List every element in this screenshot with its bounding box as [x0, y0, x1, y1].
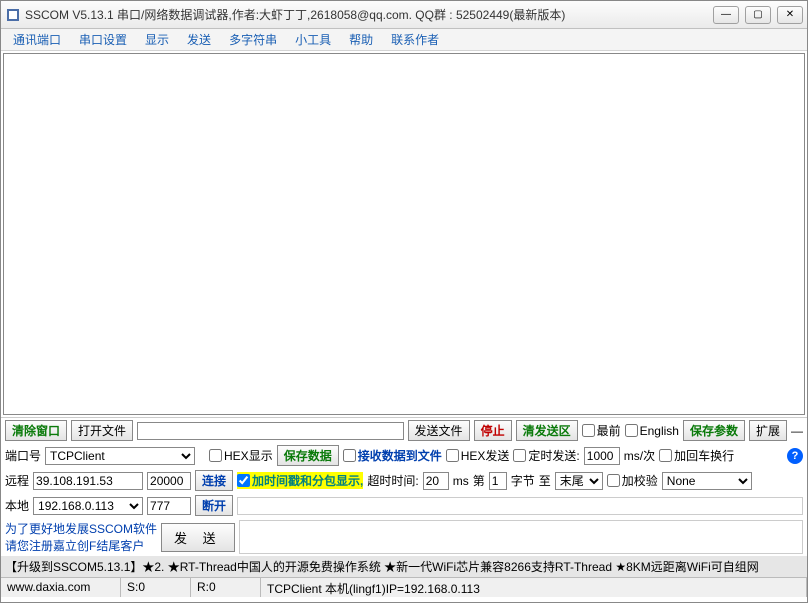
toolbar-row-3: 远程 连接 加时间戳和分包显示, 超时时间: ms 第 字节 至 末尾 加校验 …	[1, 468, 807, 493]
menu-contact[interactable]: 联系作者	[383, 29, 447, 50]
window-title: SSCOM V5.13.1 串口/网络数据调试器,作者:大虾丁丁,2618058…	[25, 6, 713, 23]
help-icon[interactable]: ?	[787, 448, 803, 464]
timeout-unit: ms	[453, 474, 469, 488]
connect-button[interactable]: 连接	[195, 470, 233, 491]
window-controls: — ▢ ✕	[713, 6, 803, 24]
open-file-button[interactable]: 打开文件	[71, 420, 133, 441]
timed-send-checkbox[interactable]: 定时发送:	[513, 447, 579, 464]
status-site: www.daxia.com	[1, 578, 121, 597]
checksum-checkbox[interactable]: 加校验	[607, 472, 658, 489]
remote-ip-input[interactable]	[33, 472, 143, 490]
app-icon	[5, 7, 21, 23]
port-select[interactable]: TCPClient	[45, 447, 195, 465]
end-select[interactable]: 末尾	[555, 472, 603, 490]
toolbar-row-4: 本地 192.168.0.113 断开	[1, 493, 807, 518]
save-data-button[interactable]: 保存数据	[277, 445, 339, 466]
local-port-input[interactable]	[147, 497, 191, 515]
timestamp-label: 加时间戳和分包显示,	[252, 472, 363, 489]
statusbar: www.daxia.com S:0 R:0 TCPClient 本机(lingf…	[1, 577, 807, 597]
send-textarea-2[interactable]	[239, 520, 803, 554]
save-params-button[interactable]: 保存参数	[683, 420, 745, 441]
nth-unit: 字节	[511, 472, 535, 489]
maximize-button[interactable]: ▢	[745, 6, 771, 24]
timeout-input[interactable]	[423, 472, 449, 490]
close-button[interactable]: ✕	[777, 6, 803, 24]
clear-window-button[interactable]: 清除窗口	[5, 420, 67, 441]
menu-serial-settings[interactable]: 串口设置	[71, 29, 135, 50]
status-recv: R:0	[191, 578, 261, 597]
local-label: 本地	[5, 497, 29, 514]
nth-label: 第	[473, 472, 485, 489]
recv-to-file-checkbox[interactable]: 接收数据到文件	[343, 447, 442, 464]
checksum-label: 加校验	[622, 472, 658, 489]
menu-send[interactable]: 发送	[179, 29, 219, 50]
titlebar: SSCOM V5.13.1 串口/网络数据调试器,作者:大虾丁丁,2618058…	[1, 1, 807, 29]
interval-input[interactable]	[584, 447, 620, 465]
timeout-label: 超时时间:	[367, 472, 418, 489]
timestamp-checkbox[interactable]: 加时间戳和分包显示,	[237, 472, 363, 489]
expand-button[interactable]: 扩展	[749, 420, 787, 441]
ad-row: 【升级到SSCOM5.13.1】★2. ★RT-Thread中国人的开源免费操作…	[1, 556, 807, 577]
toolbar-row-2: 端口号 TCPClient HEX显示 保存数据 接收数据到文件 HEX发送 定…	[1, 443, 807, 468]
to-label: 至	[539, 472, 551, 489]
english-checkbox[interactable]: English	[625, 424, 679, 438]
hex-show-checkbox[interactable]: HEX显示	[209, 447, 273, 464]
toolbar-row-1: 清除窗口 打开文件 发送文件 停止 清发送区 最前 English 保存参数 扩…	[1, 417, 807, 443]
send-button[interactable]: 发 送	[161, 523, 235, 552]
topmost-label: 最前	[597, 422, 621, 439]
expand-dash: —	[791, 424, 803, 438]
add-crlf-checkbox[interactable]: 加回车换行	[659, 447, 734, 464]
remote-label: 远程	[5, 472, 29, 489]
english-label: English	[640, 424, 679, 438]
recv-to-file-label: 接收数据到文件	[358, 447, 442, 464]
hex-send-label: HEX发送	[461, 447, 510, 464]
status-sent: S:0	[121, 578, 191, 597]
send-textarea[interactable]	[237, 497, 803, 515]
minimize-button[interactable]: —	[713, 6, 739, 24]
menubar: 通讯端口 串口设置 显示 发送 多字符串 小工具 帮助 联系作者	[1, 29, 807, 51]
file-path-field[interactable]	[137, 422, 404, 440]
timed-send-label: 定时发送:	[528, 447, 579, 464]
stop-button[interactable]: 停止	[474, 420, 512, 441]
local-ip-select[interactable]: 192.168.0.113	[33, 497, 143, 515]
hex-send-checkbox[interactable]: HEX发送	[446, 447, 510, 464]
promo-row: 为了更好地发展SSCOM软件 请您注册嘉立创F结尾客户 发 送	[1, 518, 807, 556]
interval-unit: ms/次	[624, 447, 655, 464]
menu-help[interactable]: 帮助	[341, 29, 381, 50]
promo-line-1: 为了更好地发展SSCOM软件	[5, 520, 157, 537]
nth-input[interactable]	[489, 472, 507, 490]
hex-show-label: HEX显示	[224, 447, 273, 464]
menu-comm-port[interactable]: 通讯端口	[5, 29, 69, 50]
status-connection: TCPClient 本机(lingf1)IP=192.168.0.113	[261, 578, 807, 597]
send-file-button[interactable]: 发送文件	[408, 420, 470, 441]
port-label: 端口号	[5, 447, 41, 464]
clear-send-area-button[interactable]: 清发送区	[516, 420, 578, 441]
receive-textarea[interactable]	[3, 53, 805, 415]
disconnect-button[interactable]: 断开	[195, 495, 233, 516]
control-panel: 清除窗口 打开文件 发送文件 停止 清发送区 最前 English 保存参数 扩…	[1, 417, 807, 597]
menu-multistring[interactable]: 多字符串	[221, 29, 285, 50]
promo-line-2: 请您注册嘉立创F结尾客户	[5, 537, 157, 554]
checksum-type-select[interactable]: None	[662, 472, 752, 490]
topmost-checkbox[interactable]: 最前	[582, 422, 621, 439]
promo-text: 为了更好地发展SSCOM软件 请您注册嘉立创F结尾客户	[5, 520, 157, 554]
menu-tools[interactable]: 小工具	[287, 29, 339, 50]
ad-text[interactable]: 【升级到SSCOM5.13.1】★2. ★RT-Thread中国人的开源免费操作…	[5, 558, 759, 575]
remote-port-input[interactable]	[147, 472, 191, 490]
add-crlf-label: 加回车换行	[674, 447, 734, 464]
menu-display[interactable]: 显示	[137, 29, 177, 50]
